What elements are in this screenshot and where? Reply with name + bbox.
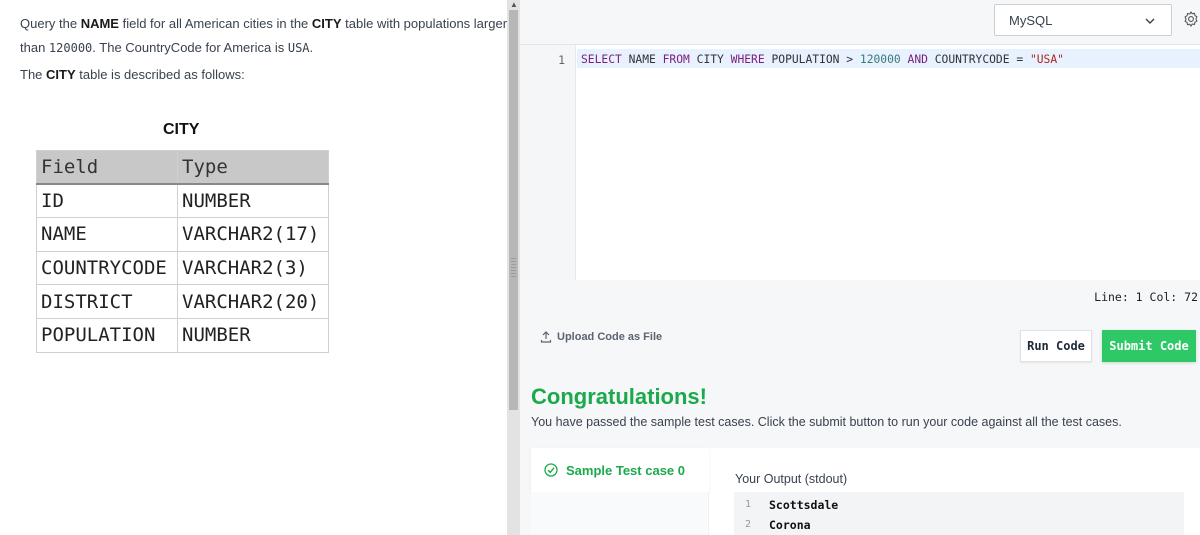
sql-keyword: SELECT bbox=[581, 53, 622, 66]
field-cell: POPULATION bbox=[36, 317, 178, 353]
result-message: You have passed the sample test cases. C… bbox=[531, 415, 1122, 429]
editor-toolbar: MySQL bbox=[520, 0, 1200, 44]
table-row: POPULATION NUMBER bbox=[36, 317, 329, 353]
output-line-number: 2 bbox=[745, 519, 752, 530]
test-case-list bbox=[531, 492, 709, 535]
field-cell: ID bbox=[36, 183, 178, 219]
text: table with populations larger bbox=[341, 16, 508, 31]
submit-code-button[interactable]: Submit Code bbox=[1102, 330, 1196, 362]
upload-code-link[interactable]: Upload Code as File bbox=[540, 331, 662, 343]
sql-token: NAME bbox=[621, 53, 663, 66]
upload-icon bbox=[540, 331, 552, 343]
problem-line-1: Query the NAME field for all American ci… bbox=[20, 16, 507, 31]
city-schema-table: Field Type ID NUMBER NAME VARCHAR2(17) C… bbox=[36, 150, 329, 353]
inline-code: 120000 bbox=[48, 41, 93, 55]
cursor-position: Line: 1 Col: 72 bbox=[1094, 290, 1198, 304]
inline-code: USA bbox=[287, 41, 310, 55]
scroll-up-arrow-icon[interactable]: ▲ bbox=[510, 0, 518, 9]
column-header: Field bbox=[36, 150, 178, 186]
table-row: NAME VARCHAR2(17) bbox=[36, 217, 329, 252]
type-cell: NUMBER bbox=[177, 317, 329, 353]
type-cell: VARCHAR2(20) bbox=[177, 284, 329, 319]
field-cell: NAME bbox=[36, 217, 178, 252]
bold-text: CITY bbox=[311, 16, 342, 31]
column-header: Type bbox=[177, 150, 329, 186]
code-line[interactable]: SELECT NAME FROM CITY WHERE POPULATION >… bbox=[581, 53, 1064, 66]
chevron-down-icon bbox=[1145, 18, 1155, 24]
sql-token: POPULATION > bbox=[764, 53, 860, 66]
result-title: Congratulations! bbox=[531, 384, 707, 409]
test-results-panel: Sample Test case 0 Your Output (stdout) … bbox=[531, 448, 1200, 535]
run-code-button[interactable]: Run Code bbox=[1020, 330, 1092, 362]
line-number: 1 bbox=[558, 53, 565, 67]
table-header-row: Field Type bbox=[36, 150, 329, 186]
output-line: 1 Scottsdale bbox=[734, 496, 1184, 516]
bold-text: CITY bbox=[46, 67, 76, 82]
sql-keyword: WHERE bbox=[730, 53, 765, 66]
bold-text: NAME bbox=[80, 16, 119, 31]
sql-token: CITY bbox=[689, 53, 731, 66]
editor-panel: MySQL 1 SELECT NAME FROM CITY WHERE POPU… bbox=[520, 0, 1200, 535]
text: Query the bbox=[20, 16, 81, 31]
text: than bbox=[20, 40, 49, 55]
field-cell: COUNTRYCODE bbox=[36, 250, 178, 286]
type-cell: VARCHAR2(3) bbox=[177, 250, 329, 286]
text: table is described as follows: bbox=[75, 67, 245, 82]
language-value: MySQL bbox=[1009, 13, 1053, 28]
sql-token: COUNTRYCODE = bbox=[927, 53, 1030, 66]
panel-splitter[interactable]: ▲ bbox=[507, 0, 520, 535]
sql-number: 120000 bbox=[859, 53, 901, 66]
table-row: DISTRICT VARCHAR2(20) bbox=[36, 284, 329, 319]
sql-string: "USA" bbox=[1029, 53, 1064, 66]
text: . The CountryCode for America is bbox=[92, 40, 288, 55]
type-cell: NUMBER bbox=[177, 183, 329, 219]
type-cell: VARCHAR2(17) bbox=[177, 217, 329, 252]
problem-line-3: The CITY table is described as follows: bbox=[20, 67, 245, 82]
tab-sample-test-case-0[interactable]: Sample Test case 0 bbox=[531, 448, 709, 492]
upload-label: Upload Code as File bbox=[557, 331, 663, 343]
editor-statusbar: Line: 1 Col: 72 bbox=[520, 280, 1200, 314]
check-circle-icon bbox=[544, 463, 558, 477]
output-label: Your Output (stdout) bbox=[735, 472, 848, 486]
output-line-number: 1 bbox=[745, 499, 752, 510]
sql-keyword: FROM bbox=[662, 53, 690, 66]
text: field for all American cities in the bbox=[118, 16, 312, 31]
output-line-value: Corona bbox=[769, 518, 811, 532]
table-row: ID NUMBER bbox=[36, 183, 329, 219]
text: The bbox=[20, 67, 47, 82]
table-title: CITY bbox=[163, 121, 200, 138]
table-row: COUNTRYCODE VARCHAR2(3) bbox=[36, 250, 329, 286]
code-editor[interactable]: 1 SELECT NAME FROM CITY WHERE POPULATION… bbox=[520, 44, 1200, 281]
problem-line-2: than 120000. The CountryCode for America… bbox=[20, 40, 313, 55]
gear-icon[interactable] bbox=[1182, 10, 1200, 28]
output-box: 1 Scottsdale 2 Corona bbox=[734, 492, 1184, 535]
output-line-value: Scottsdale bbox=[769, 498, 839, 512]
problem-panel: Query the NAME field for all American ci… bbox=[0, 0, 507, 535]
sql-keyword: AND bbox=[907, 53, 928, 66]
field-cell: DISTRICT bbox=[36, 284, 178, 319]
line-number-gutter: 1 bbox=[520, 45, 576, 281]
scrollbar-thumb[interactable] bbox=[509, 10, 518, 410]
language-select[interactable]: MySQL bbox=[994, 4, 1172, 36]
test-case-label: Sample Test case 0 bbox=[566, 462, 685, 478]
resize-grip-icon[interactable] bbox=[511, 258, 516, 278]
text: . bbox=[309, 40, 314, 55]
output-line: 2 Corona bbox=[734, 516, 1184, 535]
